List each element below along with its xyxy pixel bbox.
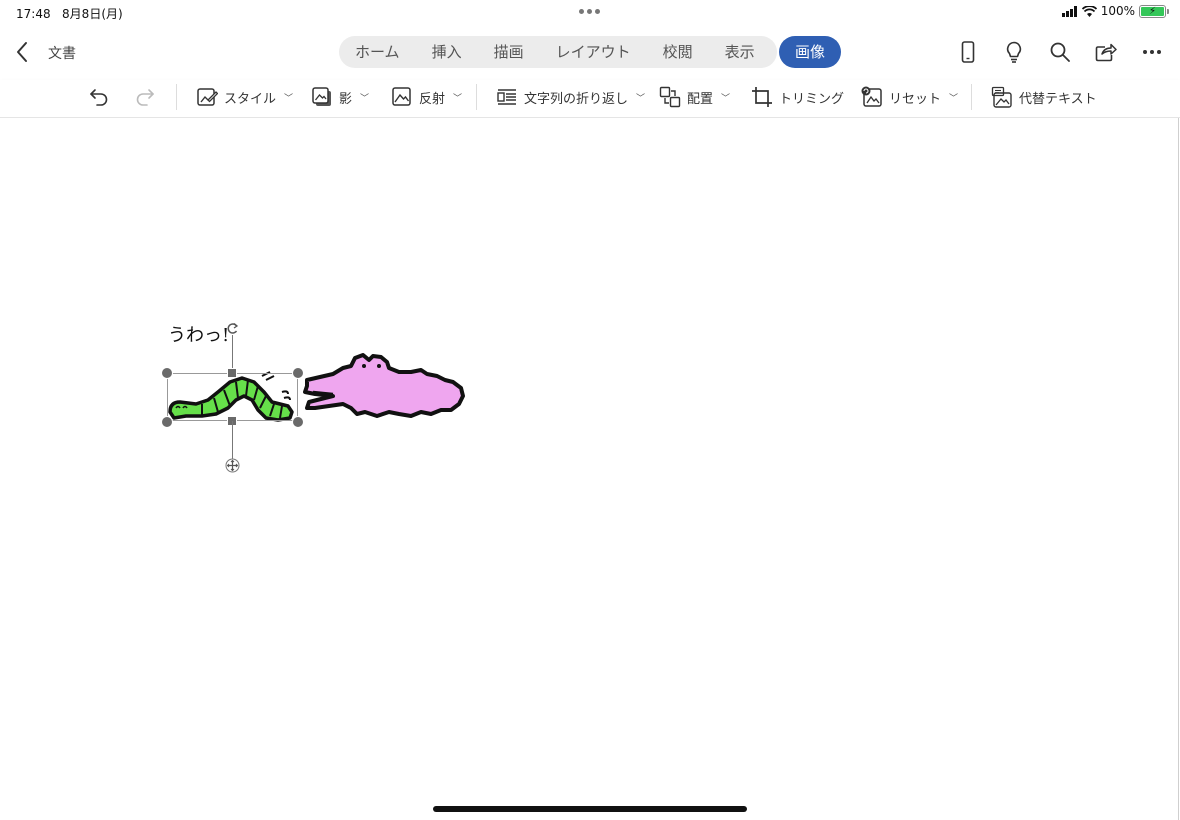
chevron-down-icon: ﹀	[949, 93, 959, 104]
share-button[interactable]	[1090, 38, 1122, 66]
arrange-icon	[659, 86, 681, 108]
reflection-button[interactable]: 反射 ﹀	[391, 82, 462, 112]
crop-button[interactable]: トリミング	[751, 82, 844, 112]
phone-icon	[961, 41, 975, 63]
toolbar-separator	[176, 84, 177, 110]
redo-button[interactable]	[134, 82, 156, 112]
document-text[interactable]: うわっ!	[168, 321, 229, 347]
phone-view-button[interactable]	[952, 38, 984, 66]
pink-crocodile-image[interactable]	[303, 352, 466, 422]
search-icon	[1050, 42, 1070, 62]
status-indicators: 100% ⚡	[1061, 4, 1169, 18]
undo-icon	[90, 89, 108, 106]
tab-picture-wrap: 画像	[779, 36, 842, 68]
reset-picture-label: リセット	[889, 91, 942, 107]
alt-text-icon	[991, 86, 1012, 108]
rotate-handle-icon[interactable]	[226, 322, 239, 335]
home-indicator[interactable]	[433, 806, 747, 812]
shadow-icon	[312, 87, 331, 106]
ideas-button[interactable]	[998, 38, 1030, 66]
move-handle-icon[interactable]	[225, 458, 240, 473]
tab-review[interactable]: 校閲	[647, 36, 709, 68]
tab-layout[interactable]: レイアウト	[540, 36, 647, 68]
crop-label: トリミング	[779, 91, 845, 107]
reflection-icon	[392, 87, 411, 106]
reset-picture-icon	[861, 86, 882, 107]
status-time-date: 17:48 8月8日(月)	[16, 5, 123, 22]
resize-handle-bottom-right[interactable]	[292, 416, 304, 428]
arrange-button[interactable]: 配置 ﹀	[659, 82, 730, 112]
tab-view[interactable]: 表示	[709, 36, 771, 68]
status-date: 8月8日(月)	[62, 7, 123, 21]
more-icon	[1143, 50, 1161, 54]
tab-draw[interactable]: 描画	[478, 36, 540, 68]
reflection-label: 反射	[419, 91, 446, 107]
resize-handle-bottom-left[interactable]	[161, 416, 173, 428]
chevron-down-icon: ﹀	[636, 93, 646, 104]
app-header: 文書 ホーム 挿入 描画 レイアウト 校閲 表示 画像	[0, 24, 1180, 80]
battery-percent: 100%	[1100, 4, 1135, 18]
document-canvas[interactable]	[0, 118, 1180, 820]
app-window: 17:48 8月8日(月) 100% ⚡ 文書 ホーム 挿入 描画 レイアウト …	[0, 0, 1180, 820]
chevron-down-icon: ﹀	[284, 93, 294, 104]
share-icon	[1095, 43, 1117, 62]
chevron-down-icon: ﹀	[360, 93, 370, 104]
resize-handle-top[interactable]	[227, 368, 237, 378]
shadow-button[interactable]: 影 ﹀	[311, 82, 369, 112]
reset-picture-button[interactable]: リセット ﹀	[861, 82, 958, 112]
redo-icon	[136, 89, 154, 106]
header-actions	[952, 38, 1168, 66]
page-edge	[1178, 118, 1179, 820]
resize-handle-top-left[interactable]	[161, 367, 173, 379]
tab-insert[interactable]: 挿入	[416, 36, 478, 68]
move-stem	[232, 421, 233, 459]
more-button[interactable]	[1136, 38, 1168, 66]
chevron-left-icon	[17, 42, 27, 62]
wrap-text-icon	[497, 89, 516, 105]
picture-toolbar: スタイル ﹀ 影 ﹀ 反射 ﹀ 文字列の折り返し ﹀ 配置 ﹀ トリミング リセ…	[0, 80, 1180, 118]
image-selection-frame	[167, 373, 298, 421]
shadow-label: 影	[339, 91, 353, 107]
chevron-down-icon: ﹀	[721, 93, 731, 104]
undo-button[interactable]	[88, 82, 110, 112]
ribbon-tabs: ホーム 挿入 描画 レイアウト 校閲 表示	[339, 36, 777, 68]
toolbar-separator	[476, 84, 477, 110]
signal-icon	[1061, 5, 1077, 17]
wifi-icon	[1081, 5, 1097, 17]
alt-text-button[interactable]: 代替テキスト	[991, 82, 1097, 112]
style-button[interactable]: スタイル ﹀	[196, 82, 293, 112]
style-icon	[197, 88, 218, 106]
wrap-text-button[interactable]: 文字列の折り返し ﹀	[496, 82, 645, 112]
wrap-text-label: 文字列の折り返し	[524, 91, 629, 107]
chevron-down-icon: ﹀	[453, 93, 463, 104]
tab-picture[interactable]: 画像	[779, 36, 842, 68]
lightbulb-icon	[1006, 41, 1022, 63]
battery-icon: ⚡	[1139, 4, 1169, 18]
tab-home[interactable]: ホーム	[339, 36, 416, 68]
status-time: 17:48	[16, 7, 51, 21]
crop-icon	[752, 87, 772, 107]
back-button[interactable]	[8, 38, 36, 66]
resize-handle-top-right[interactable]	[292, 367, 304, 379]
search-button[interactable]	[1044, 38, 1076, 66]
multitask-dots-icon[interactable]	[579, 4, 600, 14]
style-label: スタイル	[224, 91, 277, 107]
status-bar: 17:48 8月8日(月) 100% ⚡	[0, 0, 1180, 24]
toolbar-separator	[971, 84, 972, 110]
alt-text-label: 代替テキスト	[1019, 91, 1097, 107]
arrange-label: 配置	[687, 91, 714, 107]
document-title[interactable]: 文書	[48, 43, 76, 63]
